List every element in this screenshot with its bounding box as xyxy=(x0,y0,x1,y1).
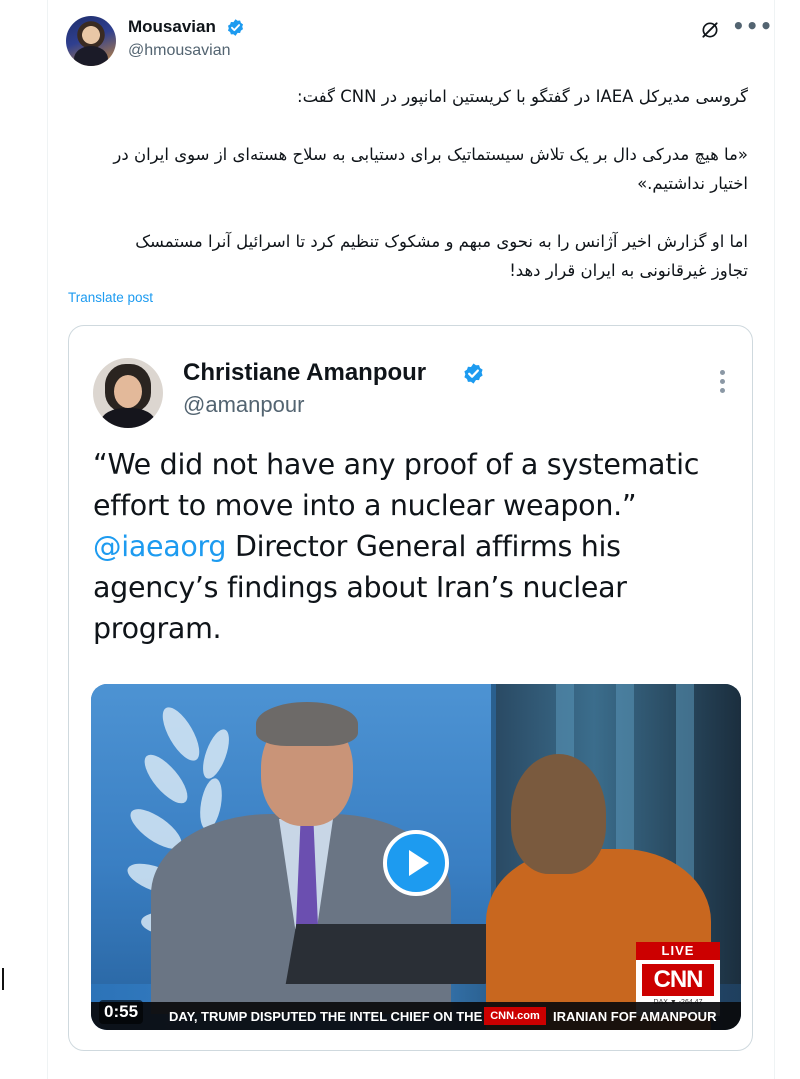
post-text-paragraph: گروسی مدیرکل IAEA در گفتگو با کریستین ام… xyxy=(297,87,748,106)
edge-mark xyxy=(2,968,4,990)
quoted-author-handle[interactable]: @amanpour xyxy=(183,392,304,418)
translate-post-link[interactable]: Translate post xyxy=(68,290,153,305)
ticker-text-right: IRANIAN FOF AMANPOUR xyxy=(553,1009,717,1024)
author-avatar[interactable] xyxy=(66,16,116,66)
quoted-author-name[interactable]: Christiane Amanpour xyxy=(183,359,426,387)
ticker-logo: CNN.com xyxy=(484,1007,546,1025)
quoted-author-avatar[interactable] xyxy=(93,358,163,428)
video-duration: 0:55 xyxy=(99,1000,144,1024)
more-options-icon[interactable] xyxy=(720,370,726,396)
verified-badge-icon xyxy=(227,19,244,36)
live-label: LIVE xyxy=(636,942,720,960)
verified-badge-icon xyxy=(464,363,483,384)
quoted-post-text: “We did not have any proof of a systemat… xyxy=(93,444,733,649)
author-name[interactable]: Mousavian xyxy=(128,17,216,37)
post-text-paragraph: اما او گزارش اخیر آژانس را به نحوی مبهم … xyxy=(135,232,748,280)
ticker-text-left: DAY, TRUMP DISPUTED THE INTEL CHIEF ON T… xyxy=(169,1009,529,1024)
post-text-paragraph: «ما هیچ مدرکی دال بر یک تلاش سیستماتیک ب… xyxy=(113,145,748,193)
more-options-icon[interactable]: ••• xyxy=(732,14,773,38)
post-text: گروسی مدیرکل IAEA در گفتگو با کریستین ام… xyxy=(98,82,748,314)
author-handle[interactable]: @hmousavian xyxy=(128,42,231,60)
grok-icon[interactable] xyxy=(700,20,720,40)
quoted-post-card[interactable]: Christiane Amanpour @amanpour “We did no… xyxy=(68,325,753,1051)
quoted-text-quote: “We did not have any proof of a systemat… xyxy=(93,448,700,522)
video-player[interactable]: LIVE CNN DAX ▼ -264.47 DAY, TRUMP DISPUT… xyxy=(91,684,741,1030)
cnn-logo: CNN xyxy=(642,964,714,996)
play-icon[interactable] xyxy=(383,830,449,896)
mention-link[interactable]: @iaeaorg xyxy=(93,530,227,563)
